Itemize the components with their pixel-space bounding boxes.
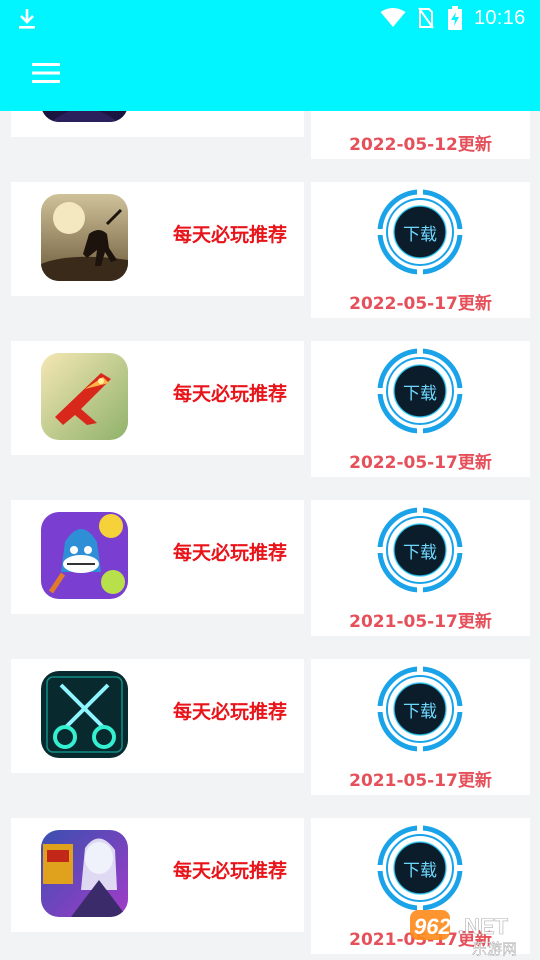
list-item-left-card[interactable]: 每天必玩推荐 — [11, 818, 304, 932]
list-item-right-card: 下载 2021-05-17更新 — [311, 659, 530, 795]
download-label: 下载 — [403, 701, 437, 722]
list-item-right-card: 下载 2021-05-17更新 — [311, 500, 530, 636]
update-date: 2022-05-12更新 — [349, 135, 492, 155]
download-label: 下载 — [403, 542, 437, 563]
update-date: 2022-05-17更新 — [349, 453, 492, 473]
download-button[interactable]: 下载 — [377, 348, 463, 434]
fantasy-warrior-game-icon[interactable] — [41, 830, 128, 917]
list-item-left-card[interactable]: 每天必玩推荐 — [11, 659, 304, 773]
svg-text:.NET: .NET — [458, 914, 509, 939]
cartoon-shark-hero-game-icon[interactable] — [41, 512, 128, 599]
download-label: 下载 — [403, 860, 437, 881]
status-time: 10:16 — [474, 7, 526, 29]
recommend-label[interactable]: 每天必玩推荐 — [173, 220, 287, 247]
download-button[interactable]: 下载 — [377, 189, 463, 275]
download-button[interactable]: 下载 — [377, 507, 463, 593]
list-item-left-card[interactable]: 每天必玩推荐 — [11, 500, 304, 614]
update-date: 2021-05-17更新 — [349, 771, 492, 791]
hamburger-menu-icon[interactable] — [32, 62, 60, 84]
battery-charging-icon — [448, 6, 462, 30]
svg-text:962: 962 — [414, 914, 451, 939]
download-icon — [19, 9, 35, 29]
ninja-silhouette-game-icon[interactable] — [41, 194, 128, 281]
download-label: 下载 — [403, 224, 437, 245]
wifi-icon — [380, 8, 406, 27]
red-fighter-jet-game-icon[interactable] — [41, 353, 128, 440]
update-date: 2021-05-17更新 — [349, 612, 492, 632]
update-date: 2022-05-17更新 — [349, 294, 492, 314]
recommend-label[interactable]: 每天必玩推荐 — [173, 379, 287, 406]
recommend-label[interactable]: 每天必玩推荐 — [173, 538, 287, 565]
download-label: 下载 — [403, 383, 437, 404]
list-item-left-card[interactable]: 每天必玩推荐 — [11, 341, 304, 455]
list-item-right-card: 下载 2022-05-17更新 — [311, 182, 530, 318]
download-button[interactable]: 下载 — [377, 666, 463, 752]
status-bar: 10:16 — [0, 0, 540, 36]
neon-scissors-game-icon[interactable] — [41, 671, 128, 758]
svg-text:乐游网: 乐游网 — [472, 940, 517, 958]
list-item-left-card[interactable]: 每天必玩推荐 — [11, 182, 304, 296]
download-button[interactable]: 下载 — [377, 825, 463, 911]
recommend-label[interactable]: 每天必玩推荐 — [173, 697, 287, 724]
app-list[interactable]: 2022-05-12更新 每天必玩推荐 下载 2022-05-17更新 每天必玩… — [0, 0, 540, 960]
app-header: 10:16 — [0, 0, 540, 111]
recommend-label[interactable]: 每天必玩推荐 — [173, 856, 287, 883]
site-watermark-logo: 962 .NET 乐游网 — [410, 910, 517, 958]
list-item-right-card: 下载 2022-05-17更新 — [311, 341, 530, 477]
no-sim-icon — [418, 7, 434, 29]
